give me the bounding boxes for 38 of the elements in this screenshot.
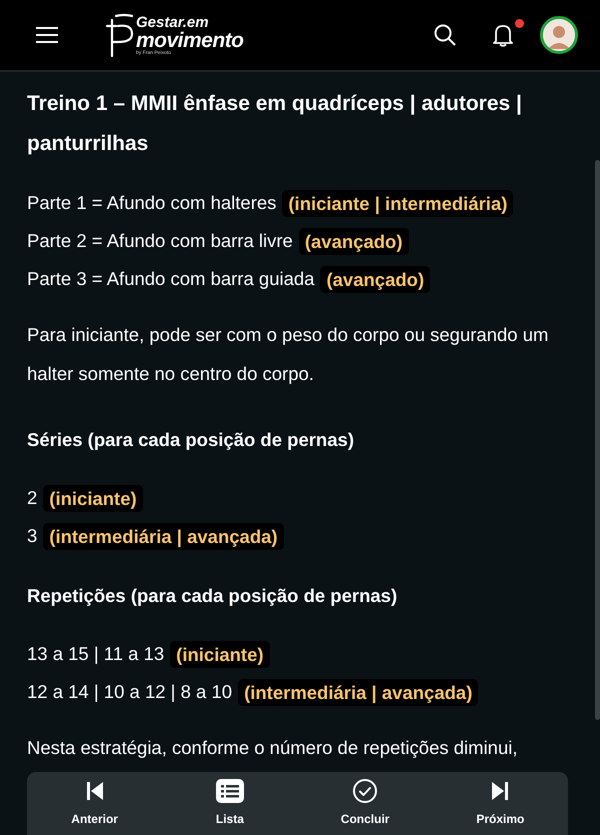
avatar-button[interactable]: [540, 16, 578, 54]
paragraph: Para iniciante, pode ser com o peso do corpo ou segurando um halter somente no centro do corpo.: [27, 323, 550, 386]
skip-back-icon: [86, 781, 104, 801]
check-circle-icon: [353, 779, 378, 803]
text-line: Parte 3 = Afundo com barra guiada: [27, 267, 314, 291]
avatar-icon: [543, 19, 575, 51]
bell-icon: [492, 23, 514, 47]
text-line: 13 a 15 | 11 a 13: [27, 642, 164, 666]
skip-forward-icon: [491, 781, 510, 801]
text-line: 3: [27, 524, 38, 548]
text-line: Parte 1 = Afundo com halteres: [27, 191, 276, 215]
level-tag: (intermediária | avançada): [43, 522, 284, 550]
section-heading: Repetições (para cada posição de pernas): [27, 584, 398, 608]
level-tag: (avançado): [298, 228, 408, 254]
article-title: Treino 1 – MMII ênfase em quadríceps | adutores | panturrilhas: [27, 91, 523, 157]
level-tag: (iniciante): [43, 484, 143, 512]
nav-button[interactable]: Próximo: [455, 778, 546, 826]
section-heading: Séries (para cada posição de pernas): [27, 428, 354, 452]
level-tag: (iniciante): [170, 640, 270, 668]
menu-button[interactable]: [36, 26, 58, 44]
menu-icon: [36, 26, 58, 44]
text-line: 2: [27, 486, 38, 510]
level-tag: (avançado): [320, 266, 430, 292]
level-tag: (intermediária | avançada): [238, 678, 478, 706]
list-icon: [216, 779, 244, 803]
logo-mark-icon: [104, 12, 134, 58]
text-line: 12 a 14 | 10 a 12 | 8 a 10: [27, 680, 232, 704]
search-button[interactable]: [434, 24, 456, 46]
level-tag: (iniciante | intermediária): [282, 190, 514, 216]
logo-text: Gestar.em: [136, 14, 210, 30]
nav-button[interactable]: Anterior: [50, 778, 140, 826]
nav-button[interactable]: Lista: [184, 778, 275, 826]
search-icon: [434, 24, 456, 46]
paragraph: Nesta estratégia, conforme o número de repetições diminui,: [27, 736, 518, 760]
logo-text: movimento: [136, 30, 244, 50]
text-line: Parte 2 = Afundo com barra livre: [27, 229, 293, 253]
scrollbar[interactable]: [595, 160, 600, 720]
nav-button[interactable]: Concluir: [320, 778, 410, 826]
